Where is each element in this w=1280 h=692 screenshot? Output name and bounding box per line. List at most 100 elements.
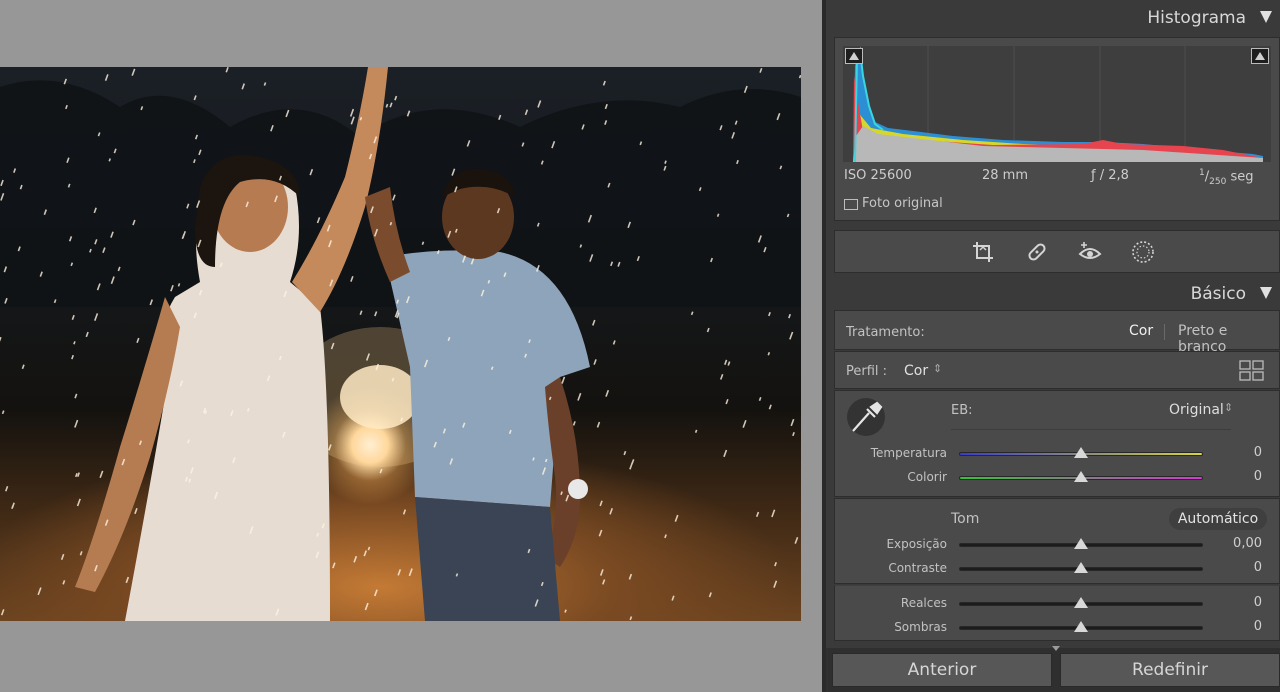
collapse-triangle-icon[interactable]: [1260, 287, 1272, 299]
rain-drop: [332, 562, 336, 569]
shutter-denominator: 250: [1209, 176, 1227, 187]
collapse-triangle-icon[interactable]: [1260, 11, 1272, 23]
profile-browser-grid-icon[interactable]: [1239, 360, 1265, 382]
rain-drop: [71, 314, 75, 321]
mask-icon[interactable]: [1131, 240, 1155, 264]
eyedropper-icon[interactable]: [845, 397, 887, 437]
exif-iso: ISO 25600: [844, 168, 912, 183]
shadows-value[interactable]: 0: [1254, 619, 1262, 634]
rain-drop: [742, 420, 747, 428]
temperature-slider-thumb[interactable]: [1074, 447, 1088, 458]
histogram-graph[interactable]: [843, 46, 1271, 163]
rain-drop: [498, 114, 502, 121]
tone-label: Tom: [951, 511, 980, 527]
histogram-header[interactable]: Histograma: [826, 0, 1280, 36]
basic-header[interactable]: Básico: [826, 276, 1280, 312]
contrast-value[interactable]: 0: [1254, 560, 1262, 575]
rain-drop: [79, 551, 83, 556]
rain-drop: [349, 108, 355, 117]
highlights-value[interactable]: 0: [1254, 595, 1262, 610]
wb-updown-icon[interactable]: ⇕: [1224, 401, 1233, 414]
histogram-curves: [853, 46, 1263, 163]
scroll-indicator-icon: [1052, 646, 1060, 651]
original-photo-checkbox[interactable]: [844, 199, 858, 210]
healing-icon[interactable]: [1025, 240, 1049, 264]
rain-drop: [629, 616, 633, 621]
rain-drop: [671, 595, 675, 601]
rain-drop: [706, 327, 710, 333]
rain-drop: [71, 354, 75, 360]
shadows-slider-thumb[interactable]: [1074, 621, 1088, 632]
original-photo-label[interactable]: Foto original: [862, 196, 943, 211]
rain-drop: [379, 468, 383, 474]
tint-slider-thumb[interactable]: [1074, 471, 1088, 482]
crop-icon[interactable]: [971, 240, 995, 264]
rain-drop: [364, 602, 369, 611]
temperature-label: Temperatura: [870, 446, 947, 460]
rain-drop: [592, 319, 596, 326]
highlights-slider-thumb[interactable]: [1074, 597, 1088, 608]
rain-drop: [694, 429, 698, 433]
wb-select[interactable]: Original: [1169, 402, 1224, 418]
wb-label: EB:: [951, 403, 973, 418]
rain-drop: [725, 399, 729, 405]
rain-drop: [74, 393, 78, 399]
rain-drop: [708, 592, 712, 598]
rain-drop: [76, 472, 81, 477]
rain-drop: [674, 514, 679, 522]
highlight-clipping-button[interactable]: [1251, 48, 1269, 64]
rain-drop: [353, 555, 358, 563]
rain-drop: [60, 553, 65, 560]
rain-drop: [524, 109, 529, 116]
rain-drop: [408, 568, 413, 577]
rain-drop: [605, 389, 610, 397]
profile-select[interactable]: Cor: [904, 363, 928, 379]
rain-drop: [788, 313, 792, 319]
reset-button[interactable]: Redefinir: [1060, 653, 1280, 687]
rain-drop: [758, 396, 762, 402]
shadow-clipping-button[interactable]: [845, 48, 863, 64]
treatment-label: Tratamento:: [846, 325, 925, 340]
highlights-label: Realces: [900, 596, 947, 610]
photo-image[interactable]: [0, 67, 801, 621]
rain-drop: [755, 511, 760, 518]
white-balance-section: EB: Original ⇕ Temperatura 0 Colorir 0: [834, 390, 1280, 497]
wb-underline: [951, 429, 1231, 430]
profile-updown-icon[interactable]: ⇕: [933, 362, 942, 375]
rain-drop: [193, 95, 197, 101]
red-eye-icon[interactable]: [1078, 240, 1102, 264]
rain-drop: [623, 450, 627, 456]
tint-value[interactable]: 0: [1254, 469, 1262, 484]
rain-drop: [94, 313, 99, 321]
rain-drop: [609, 507, 614, 515]
exposure-slider-thumb[interactable]: [1074, 538, 1088, 549]
rain-drop: [76, 498, 81, 507]
rain-drop: [602, 579, 606, 585]
photo-preview-area: [0, 0, 822, 692]
rain-drop: [724, 359, 728, 365]
treatment-color-button[interactable]: Cor: [1129, 323, 1153, 339]
rain-drop: [99, 470, 104, 479]
contrast-slider-thumb[interactable]: [1074, 562, 1088, 573]
rain-drop: [599, 569, 604, 576]
previous-button[interactable]: Anterior: [832, 653, 1052, 687]
rain-drop: [241, 83, 246, 90]
rain-drop: [773, 580, 778, 588]
rain-drop: [598, 529, 603, 537]
tool-strip: [834, 230, 1280, 273]
rain-drop: [363, 550, 368, 557]
exif-shutter: 1/250 seg: [1199, 168, 1254, 187]
rain-drop: [125, 576, 130, 584]
rain-drop: [367, 546, 371, 551]
exposure-value[interactable]: 0,00: [1233, 536, 1262, 551]
rain-drop: [359, 310, 363, 315]
temperature-value[interactable]: 0: [1254, 445, 1262, 460]
auto-tone-button[interactable]: Automático: [1169, 508, 1267, 530]
tone-section: Tom Automático Exposição 0,00 Contraste …: [834, 498, 1280, 584]
histogram-box: ISO 25600 28 mm ƒ / 2,8 1/250 seg Foto o…: [834, 37, 1280, 221]
rain-drop: [134, 507, 138, 515]
rain-drop: [0, 609, 5, 616]
rain-drop: [564, 609, 567, 613]
rain-drop: [690, 311, 694, 316]
lightroom-window: Histograma ISO 25600 28 mm ƒ / 2,8 1/250…: [0, 0, 1280, 692]
